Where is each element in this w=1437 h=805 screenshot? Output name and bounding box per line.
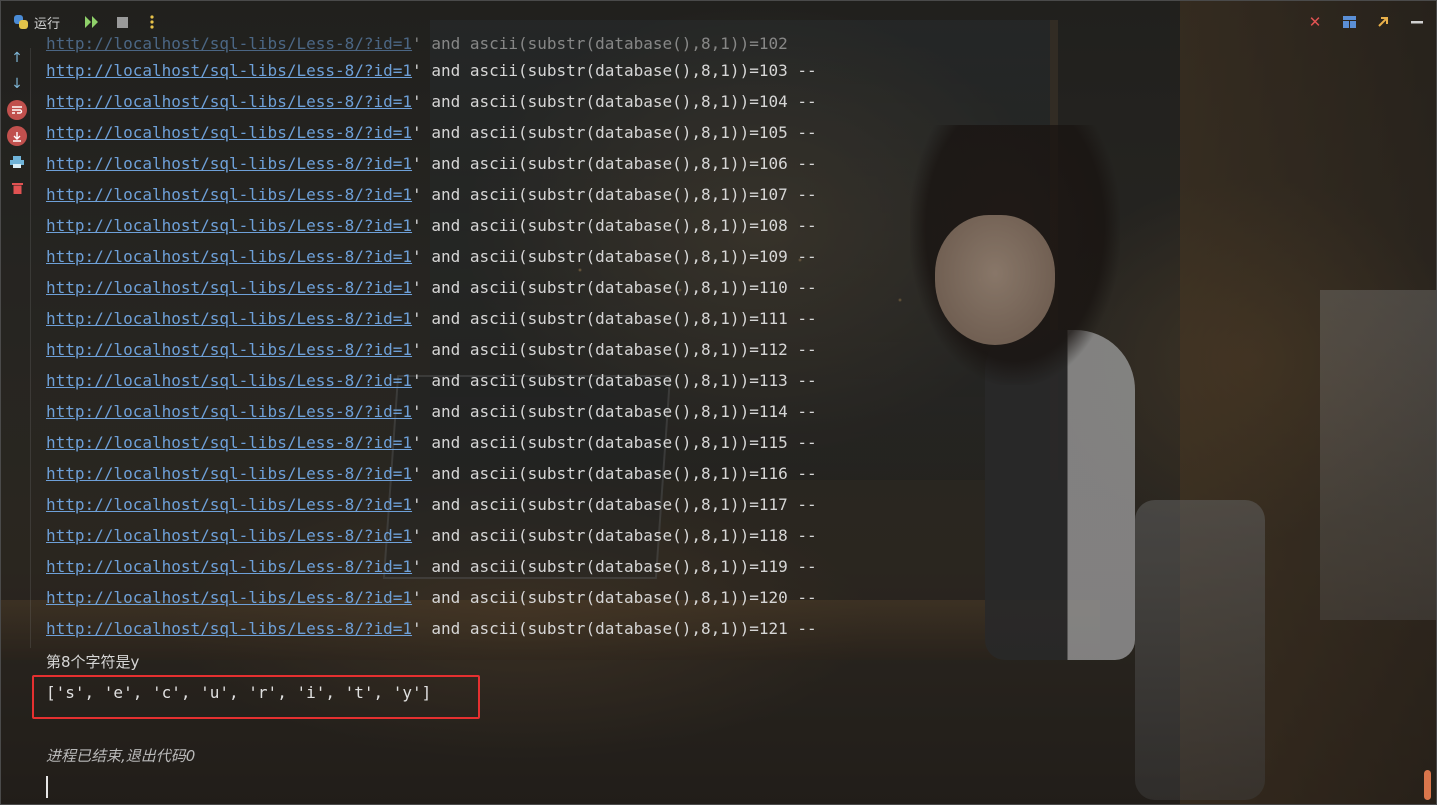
console-link[interactable]: http://localhost/sql-libs/Less-8/?id=1 — [46, 123, 412, 142]
restore-icon[interactable] — [1373, 12, 1393, 32]
console-link[interactable]: http://localhost/sql-libs/Less-8/?id=1 — [46, 495, 412, 514]
console-line: http://localhost/sql-libs/Less-8/?id=1' … — [46, 241, 1406, 272]
arrow-down-icon[interactable]: ↓ — [7, 74, 27, 94]
rerun-icon[interactable] — [82, 12, 102, 32]
console-link[interactable]: http://localhost/sql-libs/Less-8/?id=1 — [46, 278, 412, 297]
console-line: http://localhost/sql-libs/Less-8/?id=1' … — [46, 551, 1406, 582]
console-line-text: ' and ascii(substr(database(),8,1))=116 … — [412, 464, 817, 483]
text-cursor — [46, 776, 48, 798]
console-line: http://localhost/sql-libs/Less-8/?id=1' … — [46, 396, 1406, 427]
console-line: http://localhost/sql-libs/Less-8/?id=1' … — [46, 458, 1406, 489]
console-line: http://localhost/sql-libs/Less-8/?id=1' … — [46, 520, 1406, 551]
console-line-text: ' and ascii(substr(database(),8,1))=114 … — [412, 402, 817, 421]
console-link[interactable]: http://localhost/sql-libs/Less-8/?id=1 — [46, 588, 412, 607]
stop-icon[interactable] — [112, 12, 132, 32]
console-link[interactable]: http://localhost/sql-libs/Less-8/?id=1 — [46, 619, 412, 638]
console-link[interactable]: http://localhost/sql-libs/Less-8/?id=1 — [46, 557, 412, 576]
console-link[interactable]: http://localhost/sql-libs/Less-8/?id=1 — [46, 526, 412, 545]
console-line-text: ' and ascii(substr(database(),8,1))=109 … — [412, 247, 817, 266]
gutter-divider — [30, 48, 31, 648]
console-link[interactable]: http://localhost/sql-libs/Less-8/?id=1 — [46, 154, 412, 173]
console-line: http://localhost/sql-libs/Less-8/?id=1' … — [46, 272, 1406, 303]
console-gutter: ↑ ↓ — [4, 48, 30, 198]
console-line-text: ' and ascii(substr(database(),8,1))=108 … — [412, 216, 817, 235]
console-link[interactable]: http://localhost/sql-libs/Less-8/?id=1 — [46, 402, 412, 421]
python-icon — [14, 15, 28, 29]
console-line-text: ' and ascii(substr(database(),8,1))=105 … — [412, 123, 817, 142]
console-line: http://localhost/sql-libs/Less-8/?id=1' … — [46, 148, 1406, 179]
console-line: http://localhost/sql-libs/Less-8/?id=1' … — [46, 427, 1406, 458]
more-options-icon[interactable] — [142, 12, 162, 32]
console-line-text: ' and ascii(substr(database(),8,1))=117 … — [412, 495, 817, 514]
toolbar-actions — [82, 12, 162, 32]
console-line-text: ' and ascii(substr(database(),8,1))=111 … — [412, 309, 817, 328]
minimize-icon[interactable] — [1407, 12, 1427, 32]
run-tab-label: 运行 — [34, 16, 61, 32]
console-line-partial: http://localhost/sql-libs/Less-8/?id=1' … — [46, 33, 1406, 55]
console-line-text: ' and ascii(substr(database(),8,1))=107 … — [412, 185, 817, 204]
console-link[interactable]: http://localhost/sql-libs/Less-8/?id=1 — [46, 464, 412, 483]
console-line-text: ' and ascii(substr(database(),8,1))=121 … — [412, 619, 817, 638]
arrow-up-icon[interactable]: ↑ — [7, 48, 27, 68]
console-link[interactable]: http://localhost/sql-libs/Less-8/?id=1 — [46, 433, 412, 452]
console-line: http://localhost/sql-libs/Less-8/?id=1' … — [46, 86, 1406, 117]
console-line: http://localhost/sql-libs/Less-8/?id=1' … — [46, 55, 1406, 86]
console-line-text: ' and ascii(substr(database(),8,1))=112 … — [412, 340, 817, 359]
console-link[interactable]: http://localhost/sql-libs/Less-8/?id=1 — [46, 371, 412, 390]
console-line-text: ' and ascii(substr(database(),8,1))=120 … — [412, 588, 817, 607]
console-line: http://localhost/sql-libs/Less-8/?id=1' … — [46, 582, 1406, 613]
console-line-text: ' and ascii(substr(database(),8,1))=113 … — [412, 371, 817, 390]
trash-icon[interactable] — [7, 178, 27, 198]
console-line-text: ' and ascii(substr(database(),8,1))=102 — [412, 34, 788, 53]
console-line-text: ' and ascii(substr(database(),8,1))=110 … — [412, 278, 817, 297]
console-line: http://localhost/sql-libs/Less-8/?id=1' … — [46, 303, 1406, 334]
console-line: http://localhost/sql-libs/Less-8/?id=1' … — [46, 210, 1406, 241]
soft-wrap-icon[interactable] — [7, 100, 27, 120]
console-link[interactable]: http://localhost/sql-libs/Less-8/?id=1 — [46, 340, 412, 359]
layout-icon[interactable] — [1339, 12, 1359, 32]
toolbar-window-actions: ✕ — [1305, 12, 1427, 32]
console-line-text: ' and ascii(substr(database(),8,1))=119 … — [412, 557, 817, 576]
console-line: http://localhost/sql-libs/Less-8/?id=1' … — [46, 117, 1406, 148]
console-line: http://localhost/sql-libs/Less-8/?id=1' … — [46, 489, 1406, 520]
result-text: 第8个字符是y — [46, 653, 140, 671]
console-link[interactable]: http://localhost/sql-libs/Less-8/?id=1 — [46, 216, 412, 235]
console-output[interactable]: http://localhost/sql-libs/Less-8/?id=1' … — [46, 33, 1406, 644]
console-line: http://localhost/sql-libs/Less-8/?id=1' … — [46, 334, 1406, 365]
list-output: ['s', 'e', 'c', 'u', 'r', 'i', 't', 'y'] — [46, 683, 432, 702]
console-line: http://localhost/sql-libs/Less-8/?id=1' … — [46, 613, 1406, 644]
console-line-text: ' and ascii(substr(database(),8,1))=118 … — [412, 526, 817, 545]
console-line-text: ' and ascii(substr(database(),8,1))=104 … — [412, 92, 817, 111]
console-link[interactable]: http://localhost/sql-libs/Less-8/?id=1 — [46, 185, 412, 204]
exit-message: 进程已结束,退出代码0 — [46, 747, 196, 765]
console-lines: http://localhost/sql-libs/Less-8/?id=1' … — [46, 55, 1406, 644]
console-link[interactable]: http://localhost/sql-libs/Less-8/?id=1 — [46, 61, 412, 80]
console-line-text: ' and ascii(substr(database(),8,1))=103 … — [412, 61, 817, 80]
console-link[interactable]: http://localhost/sql-libs/Less-8/?id=1 — [46, 34, 412, 53]
scroll-to-end-icon[interactable] — [7, 126, 27, 146]
console-line: http://localhost/sql-libs/Less-8/?id=1' … — [46, 179, 1406, 210]
console-link[interactable]: http://localhost/sql-libs/Less-8/?id=1 — [46, 92, 412, 111]
console-line: http://localhost/sql-libs/Less-8/?id=1' … — [46, 365, 1406, 396]
close-icon[interactable]: ✕ — [1305, 12, 1325, 32]
console-line-text: ' and ascii(substr(database(),8,1))=106 … — [412, 154, 817, 173]
scrollbar-thumb[interactable] — [1424, 770, 1431, 800]
console-line-text: ' and ascii(substr(database(),8,1))=115 … — [412, 433, 817, 452]
console-link[interactable]: http://localhost/sql-libs/Less-8/?id=1 — [46, 247, 412, 266]
console-link[interactable]: http://localhost/sql-libs/Less-8/?id=1 — [46, 309, 412, 328]
print-icon[interactable] — [7, 152, 27, 172]
